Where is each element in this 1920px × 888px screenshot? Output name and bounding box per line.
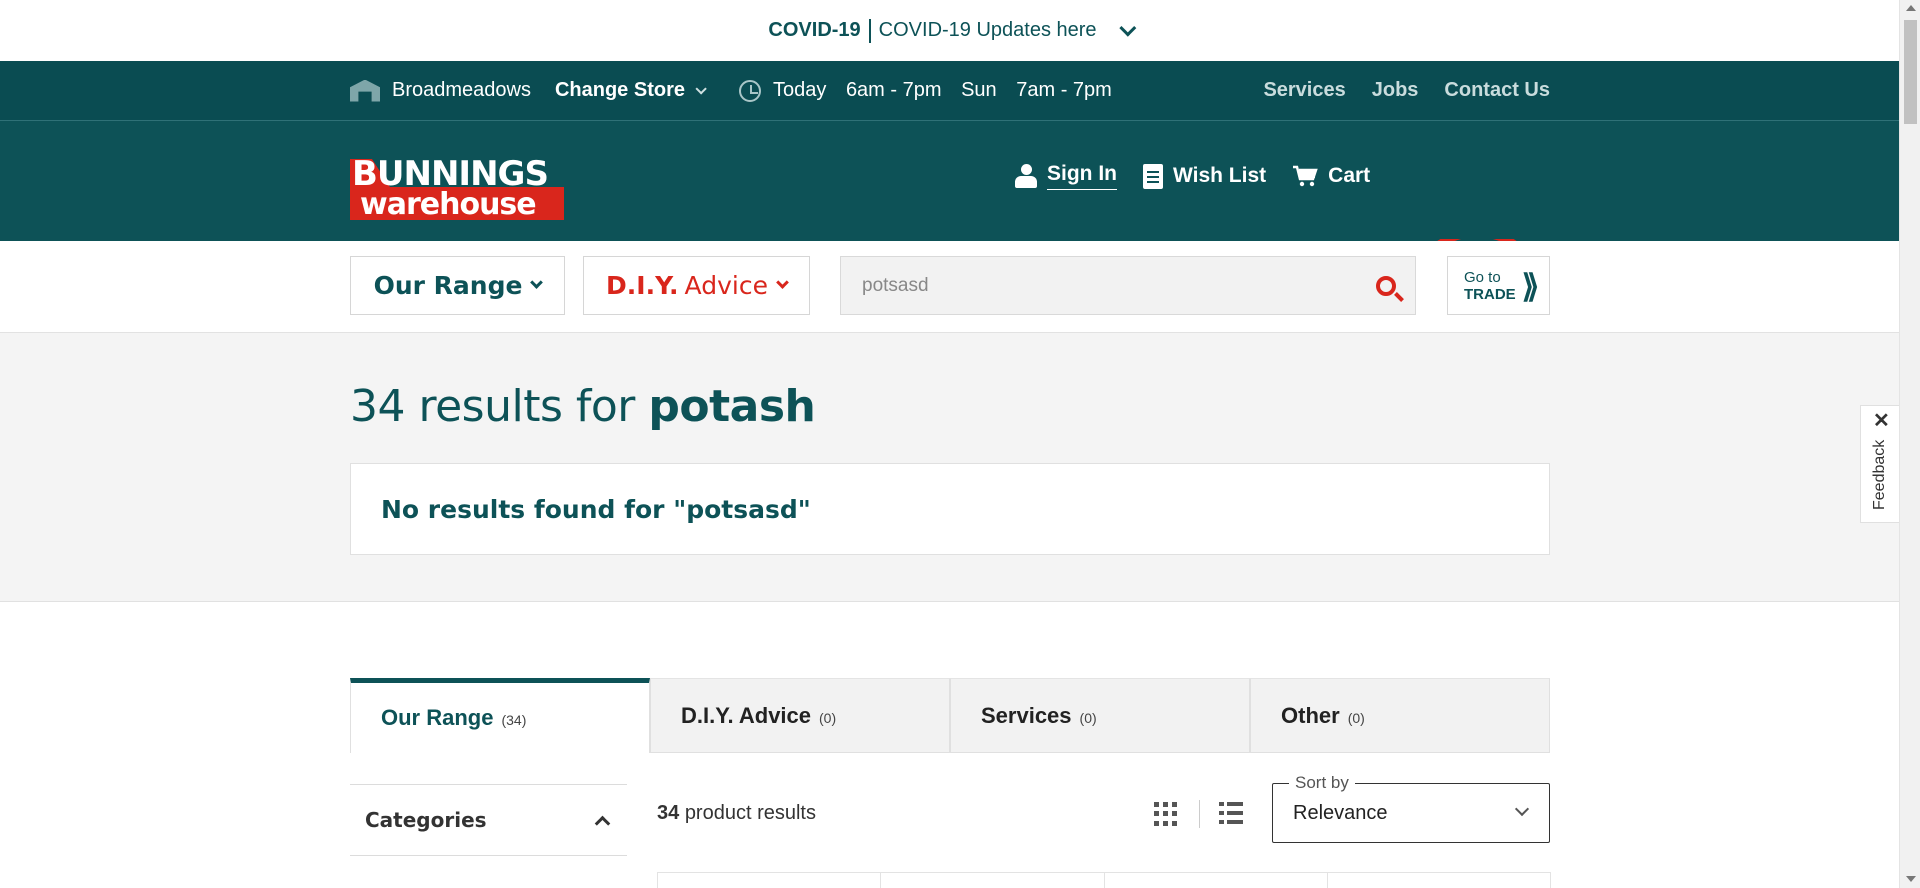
product-count-number: 34	[657, 802, 680, 824]
diy-label: Advice	[684, 271, 768, 300]
services-link[interactable]: Services	[1263, 79, 1345, 102]
covid-updates-link[interactable]: COVID-19 Updates here	[879, 19, 1097, 42]
sort-value: Relevance	[1293, 802, 1388, 824]
categories-label: Categories	[365, 808, 487, 832]
today-label: Today	[773, 79, 827, 101]
site-header: BUNNINGS warehouse Sign In Wish List Car…	[0, 121, 1899, 359]
header-actions: Sign In Wish List Cart	[1015, 162, 1370, 190]
tab-diy-advice[interactable]: D.I.Y. Advice (0)	[650, 678, 950, 753]
tab-count: (34)	[501, 712, 527, 728]
product-results-count: 34 product results	[657, 802, 816, 825]
trade-line-1: Go to	[1464, 268, 1501, 286]
store-name: Broadmeadows	[392, 79, 531, 101]
logo-bottom-text: warehouse	[360, 187, 536, 220]
sign-in-button[interactable]: Sign In	[1015, 162, 1117, 190]
sort-legend: Sort by	[1289, 773, 1355, 793]
jobs-link[interactable]: Jobs	[1372, 79, 1419, 102]
scroll-up-arrow-icon[interactable]	[1906, 5, 1916, 11]
tab-label: Other	[1281, 702, 1340, 728]
chevron-down-icon	[776, 276, 789, 289]
wish-list-label: Wish List	[1173, 164, 1267, 187]
store-icon	[350, 80, 380, 102]
contact-us-link[interactable]: Contact Us	[1444, 79, 1550, 102]
trade-line-2: TRADE	[1464, 285, 1516, 303]
covid-banner[interactable]: COVID-19 COVID-19 Updates here	[0, 0, 1899, 61]
search-input[interactable]	[841, 274, 1357, 297]
utility-links: Services Jobs Contact Us	[1263, 79, 1550, 102]
diy-advice-menu[interactable]: D.I.Y. Advice	[583, 256, 810, 315]
cart-icon	[1293, 165, 1318, 187]
categories-filter-toggle[interactable]: Categories	[350, 784, 627, 856]
our-range-menu[interactable]: Our Range	[350, 256, 565, 315]
covid-label: COVID-19	[768, 19, 861, 41]
tab-count: (0)	[1347, 709, 1365, 726]
store-hours: Today 6am - 7pm Sun 7am - 7pm	[773, 79, 1126, 102]
divider	[868, 18, 871, 43]
clock-icon	[739, 79, 761, 102]
today-hours: 6am - 7pm	[845, 79, 942, 101]
search-button[interactable]	[1357, 257, 1415, 315]
results-count-prefix: 34 results for	[350, 381, 635, 432]
clipboard-list-icon	[1143, 163, 1163, 189]
scrollbar-thumb[interactable]	[1904, 20, 1917, 124]
tab-count: (0)	[1079, 709, 1097, 726]
search-icon	[1376, 275, 1396, 296]
tab-other[interactable]: Other (0)	[1250, 678, 1550, 753]
chevron-up-icon	[594, 815, 611, 831]
cart-button[interactable]: Cart	[1292, 164, 1370, 188]
results-query: potash	[648, 381, 816, 432]
cart-label: Cart	[1328, 164, 1371, 187]
bunnings-logo[interactable]: BUNNINGS warehouse	[350, 151, 564, 220]
results-tabs: Our Range (34) D.I.Y. Advice (0) Service…	[350, 678, 1550, 753]
product-card[interactable]	[1103, 872, 1328, 888]
scroll-down-arrow-icon[interactable]	[1906, 876, 1916, 882]
go-to-trade-button[interactable]: Go to TRADE ⟫	[1447, 256, 1550, 315]
tab-services[interactable]: Services (0)	[950, 678, 1250, 753]
tab-label: Services	[981, 702, 1072, 728]
sort-select[interactable]: Sort by Relevance	[1272, 773, 1550, 843]
divider	[1199, 800, 1200, 828]
chevron-down-icon	[530, 276, 544, 289]
person-icon	[1015, 164, 1037, 188]
change-store-button[interactable]: Change Store	[554, 79, 707, 102]
chevron-down-icon	[1514, 801, 1530, 817]
search-box	[840, 256, 1416, 315]
chevron-down-icon	[695, 82, 707, 95]
tab-label: D.I.Y. Advice	[681, 702, 812, 728]
list-view-icon[interactable]	[1219, 802, 1243, 826]
tab-label: Our Range	[381, 705, 494, 730]
sun-hours: 7am - 7pm	[1016, 79, 1112, 101]
product-grid	[657, 872, 1551, 888]
sign-in-label: Sign In	[1047, 162, 1117, 190]
chevron-down-icon[interactable]	[1118, 19, 1136, 37]
feedback-tab[interactable]: ✕ Feedback	[1860, 405, 1899, 523]
no-results-message: No results found for "potsasd"	[350, 463, 1550, 555]
grid-view-icon[interactable]	[1154, 802, 1178, 826]
store-bar-content: Broadmeadows Change Store Today 6am - 7p…	[350, 79, 1550, 102]
close-icon[interactable]: ✕	[1873, 408, 1890, 433]
diy-label-bold: D.I.Y.	[606, 271, 679, 300]
page: COVID-19 COVID-19 Updates here Broadmead…	[0, 0, 1899, 888]
sun-label: Sun	[961, 79, 997, 101]
product-card[interactable]	[880, 872, 1105, 888]
wish-list-button[interactable]: Wish List	[1143, 163, 1267, 189]
change-store-label: Change Store	[554, 79, 685, 101]
results-header: 34 results for potash No results found f…	[0, 333, 1899, 602]
tab-count: (0)	[819, 709, 837, 726]
store-bar: Broadmeadows Change Store Today 6am - 7p…	[0, 61, 1899, 121]
vertical-scrollbar[interactable]	[1899, 0, 1920, 888]
feedback-label: Feedback	[1871, 439, 1888, 510]
product-card[interactable]	[657, 872, 882, 888]
product-card[interactable]	[1326, 872, 1551, 888]
trade-text: Go to TRADE	[1464, 269, 1516, 303]
product-count-suffix: product results	[684, 802, 816, 824]
double-chevron-right-icon: ⟫	[1521, 267, 1540, 304]
our-range-label: Our Range	[373, 271, 523, 300]
navigation-row: Our Range D.I.Y. Advice Go to TRADE ⟫	[0, 241, 1899, 333]
page-title: 34 results for potash	[350, 381, 816, 432]
tab-our-range[interactable]: Our Range (34)	[350, 678, 650, 753]
